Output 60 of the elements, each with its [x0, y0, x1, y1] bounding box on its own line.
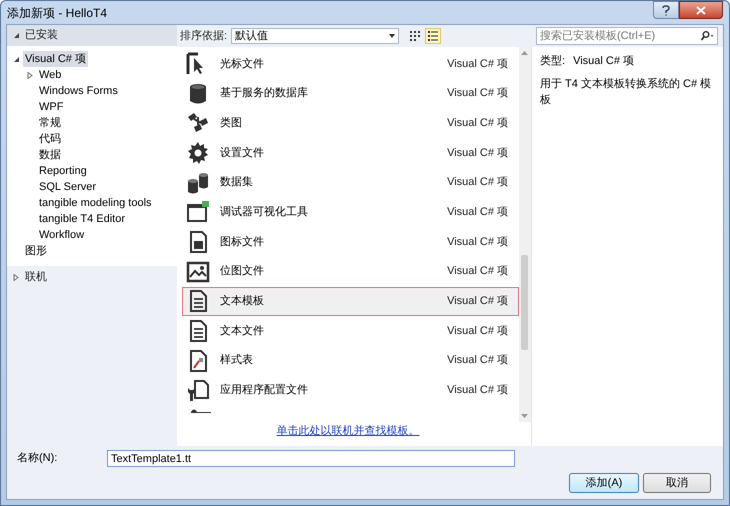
template-row[interactable]: 图标文件 Visual C# 项 [182, 227, 519, 257]
scroll-thumb[interactable] [521, 255, 528, 350]
window-icon [186, 200, 210, 224]
template-row[interactable]: 类图 Visual C# 项 [182, 108, 519, 138]
help-button[interactable] [653, 1, 679, 19]
tree-item[interactable]: 代码 [37, 130, 63, 148]
online-templates-link[interactable]: 单击此处以联机并查找模板。 [276, 423, 420, 440]
template-row[interactable]: 位图文件 Visual C# 项 [182, 256, 519, 286]
tree-item[interactable]: 图形 [23, 242, 49, 260]
tree-item[interactable]: WPF [37, 98, 66, 116]
sort-label: 排序依据: [180, 28, 228, 44]
help-icon [662, 4, 670, 16]
template-description: 用于 T4 文本模板转换系统的 C# 模板 [540, 76, 712, 108]
picture-icon [186, 260, 210, 284]
tree-item[interactable]: Visual C# 项 [23, 50, 88, 68]
tree-section-label[interactable]: 已安装 [25, 27, 58, 44]
grid-icon [410, 31, 420, 41]
template-row[interactable]: 文本模板 Visual C# 项 [182, 286, 519, 316]
template-row[interactable]: 基于服务的数据库 Visual C# 项 [182, 78, 519, 108]
partial-file-icon [191, 407, 211, 414]
name-label: 名称(N): [17, 451, 58, 466]
tree-item[interactable]: SQL Server [37, 178, 98, 196]
name-input-field[interactable]: TextTemplate1.tt [107, 450, 515, 467]
wrench-file-icon [186, 378, 210, 402]
add-button[interactable]: 添加(A) [569, 473, 639, 493]
tree-item[interactable]: Web [37, 66, 64, 84]
search-icon [700, 31, 714, 41]
database-pair-icon [186, 170, 210, 195]
type-label: 类型: [540, 54, 566, 69]
type-value: Visual C# 项 [573, 54, 634, 69]
scrollbar[interactable] [519, 47, 531, 422]
close-button[interactable] [679, 1, 723, 19]
search-field[interactable]: 搜索已安装模板(Ctrl+E) [536, 27, 718, 45]
tree-item[interactable]: 数据 [37, 146, 63, 164]
template-row[interactable]: 光标文件 Visual C# 项 [182, 49, 519, 79]
template-row[interactable]: 应用程序配置文件 Visual C# 项 [182, 376, 519, 406]
template-row[interactable]: 数据集 Visual C# 项 [182, 168, 519, 198]
tree-item[interactable]: tangible T4 Editor [37, 210, 128, 228]
template-row[interactable]: 样式表 Visual C# 项 [182, 346, 519, 376]
collapsed-arrow-icon[interactable] [13, 274, 19, 280]
template-row[interactable]: 设置文件 Visual C# 项 [182, 138, 519, 168]
tree-item[interactable]: tangible modeling tools [37, 194, 154, 212]
expanded-arrow-icon[interactable] [13, 32, 19, 39]
tree-item[interactable]: Reporting [37, 162, 89, 180]
template-row[interactable]: 调试器可视化工具 Visual C# 项 [182, 197, 519, 228]
cancel-button[interactable]: 取消 [643, 473, 711, 493]
collapsed-arrow-icon[interactable] [27, 72, 33, 78]
list-view-button[interactable] [425, 28, 442, 44]
sort-dropdown[interactable]: 默认值 [231, 28, 400, 44]
tree-item[interactable]: 常规 [37, 114, 63, 132]
window-title: 添加新项 - HelloT4 [7, 4, 108, 22]
gear-icon [186, 140, 210, 165]
template-row[interactable]: 文本文件 Visual C# 项 [182, 316, 519, 346]
expanded-arrow-icon[interactable] [13, 56, 19, 62]
tree-section-label[interactable]: 联机 [25, 268, 47, 286]
list-icon [428, 31, 438, 41]
dropdown-arrow-icon [389, 34, 396, 38]
close-icon [696, 6, 706, 14]
tree-item[interactable]: Windows Forms [37, 82, 120, 100]
tree-item[interactable]: Workflow [37, 226, 86, 244]
